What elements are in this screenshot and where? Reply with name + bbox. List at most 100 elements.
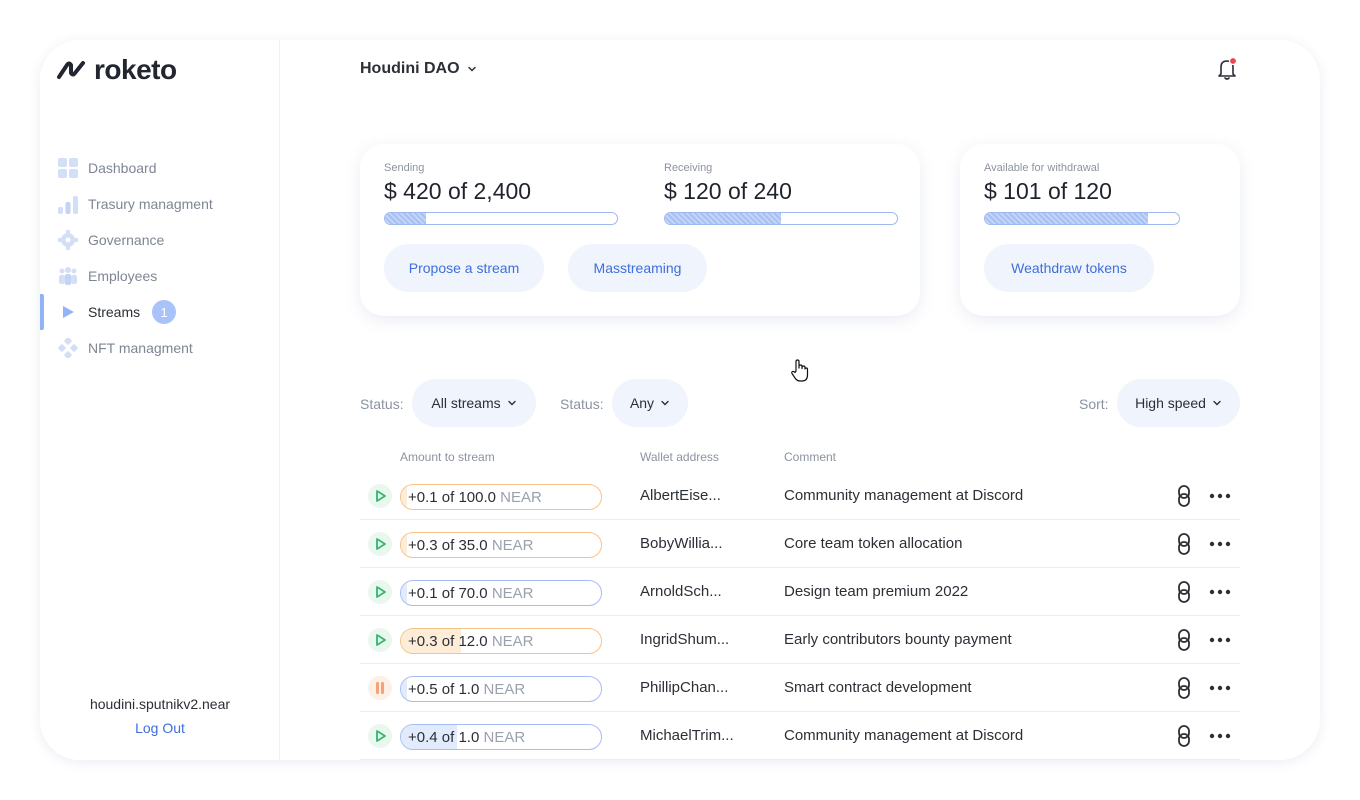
chevron-down-icon — [507, 400, 516, 406]
receiving-progress-fill — [665, 213, 781, 224]
propose-stream-button[interactable]: Propose a stream — [384, 244, 544, 292]
more-options-icon[interactable] — [1208, 682, 1232, 694]
sidebar-item-label: Trasury managment — [88, 196, 213, 212]
stream-amount-text: +0.5 of 1.0 NEAR — [401, 681, 601, 698]
sidebar-item-label: NFT managment — [88, 340, 193, 356]
sidebar: roketo Dashboard Trasury managment Gover… — [40, 40, 280, 760]
available-progress-fill — [985, 213, 1148, 224]
status-filter-dropdown[interactable]: All streams — [412, 379, 536, 427]
wallet-address[interactable]: IngridShum... — [640, 631, 729, 648]
table-row[interactable]: +0.4 of 1.0 NEAR MichaelTrim... Community … — [360, 712, 1240, 760]
dao-selector[interactable]: Houdini DAO — [360, 60, 478, 78]
grid-icon — [58, 158, 78, 178]
play-icon[interactable] — [368, 532, 392, 556]
link-icon[interactable] — [1174, 580, 1194, 604]
stream-amount-progress[interactable]: +0.3 of 12.0 NEAR — [400, 628, 602, 654]
link-icon[interactable] — [1174, 532, 1194, 556]
people-icon — [58, 266, 78, 286]
link-icon[interactable] — [1174, 628, 1194, 652]
status-filter-value: All streams — [431, 395, 501, 411]
pause-icon[interactable] — [368, 676, 392, 700]
wallet-address[interactable]: ArnoldSch... — [640, 583, 722, 600]
stream-amount-value: +0.1 of 100.0 — [408, 489, 496, 506]
sort-value: High speed — [1135, 395, 1206, 411]
play-icon — [58, 302, 78, 322]
stream-amount-value: +0.3 of 12.0 — [408, 633, 488, 650]
stream-amount-value: +0.5 of 1.0 — [408, 681, 480, 698]
status2-filter-label: Status: — [560, 396, 604, 412]
sending-progress-bar — [384, 212, 618, 225]
sidebar-item-treasury[interactable]: Trasury managment — [40, 186, 280, 222]
wallet-address[interactable]: MichaelTrim... — [640, 727, 734, 744]
table-row[interactable]: +0.5 of 1.0 NEAR PhillipChan... Smart cont… — [360, 664, 1240, 712]
user-panel: houdini.sputnikv2.near Log Out — [40, 696, 280, 736]
link-icon[interactable] — [1174, 724, 1194, 748]
status2-filter-dropdown[interactable]: Any — [612, 379, 688, 427]
masstreaming-button[interactable]: Masstreaming — [568, 244, 707, 292]
more-options-icon[interactable] — [1208, 490, 1232, 502]
chevron-down-icon — [467, 66, 476, 72]
play-icon[interactable] — [368, 628, 392, 652]
stream-amount-unit: NEAR — [483, 729, 526, 746]
table-row[interactable]: +0.3 of 12.0 NEAR IngridShum... Early cont… — [360, 616, 1240, 664]
stream-amount-progress[interactable]: +0.4 of 1.0 NEAR — [400, 724, 602, 750]
stream-comment: Smart contract development — [784, 679, 972, 696]
wallet-address[interactable]: PhillipChan... — [640, 679, 728, 696]
sidebar-item-label: Streams — [88, 304, 141, 320]
stream-amount-text: +0.3 of 12.0 NEAR — [401, 633, 601, 650]
stream-amount-unit: NEAR — [491, 585, 534, 602]
stream-amount-value: +0.1 of 70.0 — [408, 585, 488, 602]
sending-stat: Sending $ 420 of 2,400 — [384, 162, 531, 205]
chevron-down-icon — [661, 400, 669, 406]
more-options-icon[interactable] — [1208, 634, 1232, 646]
roketo-logo-icon — [57, 61, 85, 79]
sidebar-item-employees[interactable]: Employees — [40, 258, 280, 294]
receiving-value: $ 120 of 240 — [664, 178, 792, 204]
stream-amount-progress[interactable]: +0.5 of 1.0 NEAR — [400, 676, 602, 702]
available-value: $ 101 of 120 — [984, 178, 1112, 204]
sidebar-item-streams[interactable]: Streams 1 — [40, 294, 280, 330]
stream-amount-unit: NEAR — [491, 537, 534, 554]
stream-amount-text: +0.1 of 70.0 NEAR — [401, 585, 601, 602]
sort-dropdown[interactable]: High speed — [1117, 379, 1240, 427]
stream-amount-text: +0.1 of 100.0 NEAR — [401, 489, 601, 506]
streams-summary-card: Sending $ 420 of 2,400 Receiving $ 120 o… — [360, 144, 920, 316]
stream-amount-progress[interactable]: +0.3 of 35.0 NEAR — [400, 532, 602, 558]
stream-amount-unit: NEAR — [483, 681, 526, 698]
available-label: Available for withdrawal — [984, 162, 1100, 174]
main-content: Houdini DAO Sending $ 420 of 2,400 Recei… — [280, 40, 1320, 760]
play-icon[interactable] — [368, 724, 392, 748]
stream-comment: Community management at Discord — [784, 727, 1024, 744]
withdraw-tokens-button[interactable]: Weathdraw tokens — [984, 244, 1154, 292]
available-progress-bar — [984, 212, 1180, 225]
more-options-icon[interactable] — [1208, 730, 1232, 742]
play-icon[interactable] — [368, 484, 392, 508]
sidebar-item-governance[interactable]: Governance — [40, 222, 280, 258]
sending-value: $ 420 of 2,400 — [384, 178, 532, 204]
stream-amount-value: +0.4 of 1.0 — [408, 729, 480, 746]
link-icon[interactable] — [1174, 484, 1194, 508]
stream-amount-unit: NEAR — [500, 489, 542, 506]
hand-cursor-icon — [791, 359, 809, 382]
logout-link[interactable]: Log Out — [40, 720, 280, 736]
receiving-stat: Receiving $ 120 of 240 — [664, 162, 792, 205]
wallet-address[interactable]: AlbertEise... — [640, 487, 721, 504]
diamond-grid-icon — [58, 338, 78, 358]
notification-bell-icon[interactable] — [1214, 56, 1240, 82]
wallet-address[interactable]: BobyWillia... — [640, 535, 723, 552]
play-icon[interactable] — [368, 580, 392, 604]
more-options-icon[interactable] — [1208, 538, 1232, 550]
link-icon[interactable] — [1174, 676, 1194, 700]
table-row[interactable]: +0.3 of 35.0 NEAR BobyWillia... Core team … — [360, 520, 1240, 568]
stream-amount-progress[interactable]: +0.1 of 70.0 NEAR — [400, 580, 602, 606]
sidebar-item-nft[interactable]: NFT managment — [40, 330, 280, 366]
table-row[interactable]: +0.1 of 70.0 NEAR ArnoldSch... Design team… — [360, 568, 1240, 616]
stream-amount-text: +0.3 of 35.0 NEAR — [401, 537, 601, 554]
table-row[interactable]: +0.1 of 100.0 NEAR AlbertEise... Community… — [360, 472, 1240, 520]
logo[interactable]: roketo — [56, 54, 177, 86]
sidebar-item-dashboard[interactable]: Dashboard — [40, 150, 280, 186]
streams-count-badge: 1 — [152, 300, 177, 324]
sending-label: Sending — [384, 162, 425, 174]
stream-amount-progress[interactable]: +0.1 of 100.0 NEAR — [400, 484, 602, 510]
more-options-icon[interactable] — [1208, 586, 1232, 598]
